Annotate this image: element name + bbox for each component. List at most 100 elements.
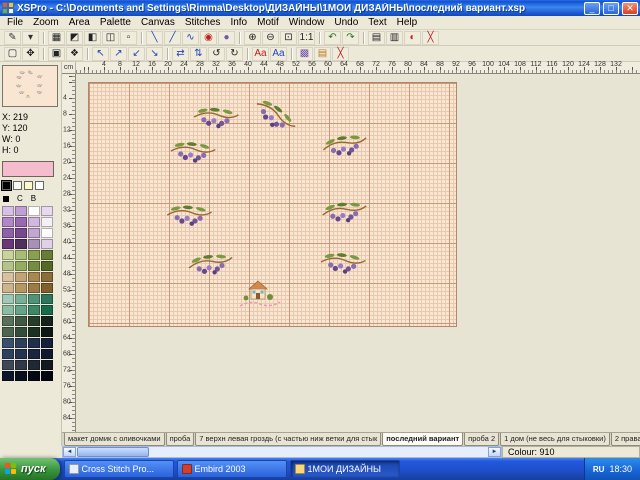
three-quarter-stitch-tool[interactable]: ◫ [102,31,119,45]
palette-swatch[interactable] [2,206,14,216]
palette-swatch[interactable] [2,316,14,326]
design-tab-2[interactable]: проба [166,433,195,446]
palette-swatch[interactable] [28,349,40,359]
menu-item-zoom[interactable]: Zoom [28,17,64,28]
palette-swatch[interactable] [41,272,53,282]
menu-item-info[interactable]: Info [225,17,252,28]
palette-swatch[interactable] [2,261,14,271]
palette-swatch[interactable] [28,316,40,326]
palette-swatch[interactable] [41,338,53,348]
palette-swatch[interactable] [2,349,14,359]
palette-button[interactable]: ▩ [296,47,313,61]
quarter-stitch-tool[interactable]: ◧ [84,31,101,45]
taskbar-button-2[interactable]: Embird 2003 [177,460,287,478]
palette-swatch[interactable] [2,327,14,337]
petite-stitch-tool[interactable]: ▫ [120,31,137,45]
menu-item-window[interactable]: Window [284,17,330,28]
half-stitch-tool[interactable]: ◩ [66,31,83,45]
start-button[interactable]: пуск [0,458,60,480]
thread-bar-button[interactable]: ▤ [314,47,331,61]
design-tab-7[interactable]: 2 правая ниж гр... [611,433,640,446]
palette-swatch[interactable] [2,338,14,348]
zoom-out-button[interactable]: ⊖ [262,31,279,45]
palette-swatch[interactable] [15,305,27,315]
undo-button[interactable]: ↶ [324,31,341,45]
rotate-right-button[interactable]: ↻ [226,47,243,61]
palette-swatch[interactable] [41,349,53,359]
paste-motif-button[interactable]: ❖ [66,47,83,61]
copy-motif-button[interactable]: ▣ [48,47,65,61]
palette-swatch[interactable] [28,338,40,348]
palette-swatch[interactable] [41,206,53,216]
menu-item-file[interactable]: File [2,17,28,28]
color-mode-button[interactable]: ◐ [404,31,421,45]
palette-swatch[interactable] [41,371,53,381]
zoom-actual-button[interactable]: 1:1 [298,31,315,45]
ruler-toggle-button[interactable]: ▥ [386,31,403,45]
language-indicator[interactable]: RU [593,465,605,474]
flip-vertical-button[interactable]: ⇅ [190,47,207,61]
palette-swatch[interactable] [2,305,14,315]
arrow-down-left-tool[interactable]: ↙ [128,47,145,61]
design-tab-6[interactable]: 1 дом (не весь для стыковки) [500,433,610,446]
palette-swatch[interactable] [2,228,14,238]
palette-swatch[interactable] [28,228,40,238]
palette-swatch[interactable] [41,239,53,249]
palette-swatch[interactable] [41,261,53,271]
scroll-track[interactable] [150,447,488,457]
palette-swatch[interactable] [28,360,40,370]
palette-swatch[interactable] [15,206,27,216]
bead-tool[interactable]: ● [218,31,235,45]
palette-swatch[interactable] [15,338,27,348]
palette-swatch[interactable] [15,360,27,370]
minimize-button[interactable]: _ [584,2,600,15]
curve-stitch-tool[interactable]: ∿ [182,31,199,45]
select-move-tool[interactable]: ✥ [22,47,39,61]
menu-item-area[interactable]: Area [64,17,95,28]
palette-swatch[interactable] [2,294,14,304]
rotate-left-button[interactable]: ↺ [208,47,225,61]
pencil-dropdown[interactable]: ▾ [22,31,39,45]
quick-swatch[interactable] [35,181,44,190]
palette-swatch[interactable] [2,217,14,227]
design-tab-4[interactable]: последний вариант [382,433,463,446]
palette-swatch[interactable] [41,294,53,304]
palette-swatch[interactable] [15,217,27,227]
quick-swatch[interactable] [13,181,22,190]
quick-swatch[interactable] [2,181,11,190]
redo-button[interactable]: ↷ [342,31,359,45]
palette-swatch[interactable] [28,206,40,216]
palette-swatch[interactable] [2,239,14,249]
palette-swatch[interactable] [41,250,53,260]
straight-stitch-tool[interactable]: ╱ [164,31,181,45]
palette-swatch[interactable] [28,217,40,227]
palette-swatch[interactable] [2,250,14,260]
palette-swatch[interactable] [28,261,40,271]
palette-swatch[interactable] [15,250,27,260]
flip-horizontal-button[interactable]: ⇄ [172,47,189,61]
arrow-up-left-tool[interactable]: ↖ [92,47,109,61]
palette-swatch[interactable] [41,360,53,370]
erase-color-button[interactable]: ╳ [332,47,349,61]
menu-item-stitches[interactable]: Stitches [180,17,226,28]
palette-swatch[interactable] [2,272,14,282]
palette-swatch[interactable] [15,349,27,359]
grid-toggle-button[interactable]: ▤ [368,31,385,45]
arrow-up-right-tool[interactable]: ↗ [110,47,127,61]
palette-swatch[interactable] [28,250,40,260]
palette-swatch[interactable] [41,228,53,238]
scroll-right-button[interactable]: ► [488,447,501,457]
stitch-grid[interactable] [88,82,457,327]
palette-swatch[interactable] [41,327,53,337]
palette-swatch[interactable] [41,305,53,315]
scroll-thumb[interactable] [77,447,149,457]
design-tab-1[interactable]: макет домик с оливочками [64,433,165,446]
quick-swatch[interactable] [24,181,33,190]
palette-swatch[interactable] [28,327,40,337]
palette-swatch[interactable] [15,261,27,271]
scroll-left-button[interactable]: ◄ [63,447,76,457]
palette-swatch[interactable] [15,327,27,337]
text-tool-blue[interactable]: Aa [270,47,287,61]
zoom-fit-button[interactable]: ⊡ [280,31,297,45]
arrow-down-right-tool[interactable]: ↘ [146,47,163,61]
